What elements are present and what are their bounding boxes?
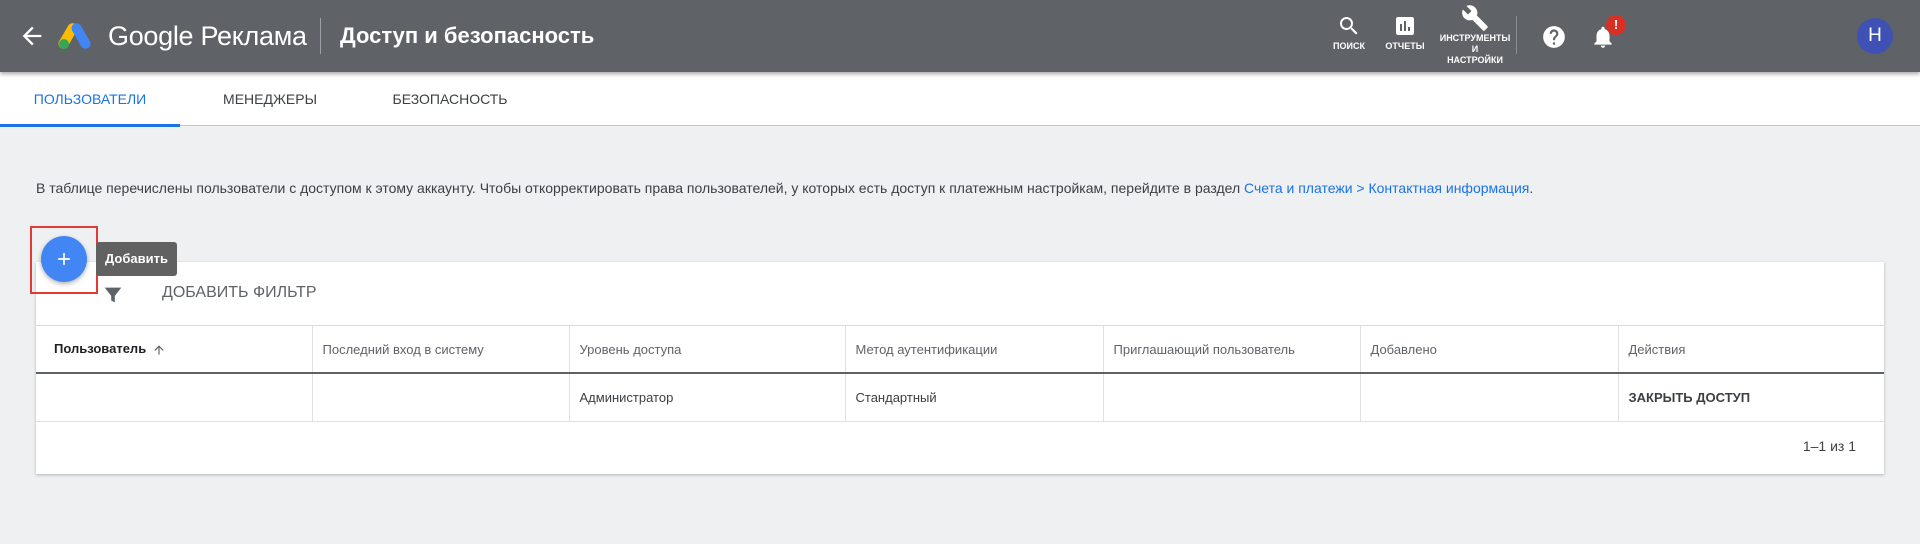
column-header-last-login[interactable]: Последний вход в систему [312,326,570,374]
tab-users[interactable]: Пользователи [0,72,180,127]
billing-contact-link[interactable]: Счета и платежи > Контактная информация [1244,180,1529,196]
tab-managers[interactable]: Менеджеры [210,72,330,126]
reports-button[interactable]: отчеты [1380,14,1430,52]
column-header-access-level[interactable]: Уровень доступа [569,326,846,374]
wrench-icon [1462,5,1488,31]
reports-label: отчеты [1385,41,1425,51]
cell-inviter [1103,373,1361,422]
tools-label-line2: и [1471,44,1479,54]
column-header-user-label: Пользователь [54,341,147,357]
tools-separator [1516,16,1517,54]
description-suffix: . [1529,180,1534,196]
cell-actions: Закрыть доступ [1618,373,1884,422]
table-row: Администратор Стандартный Закрыть доступ [36,373,1884,422]
tab-security[interactable]: Безопасность [380,72,520,126]
cell-auth-method: Стандартный [845,373,1104,422]
plus-icon [58,253,70,265]
account-avatar[interactable]: Н [1857,18,1893,54]
tools-label-line3: настройки [1447,55,1503,65]
users-table: Пользователь Последний вход в систему Ур… [36,326,1884,422]
cell-user [36,373,313,422]
top-app-bar: Google Реклама Доступ и безопасность пои… [0,0,1920,72]
add-tooltip: Добавить [96,242,177,276]
sort-ascending-icon [154,345,164,355]
search-label: поиск [1333,41,1365,51]
column-header-actions: Действия [1618,326,1884,374]
page-title: Доступ и безопасность [340,23,595,48]
filter-icon[interactable] [102,284,124,306]
tabs-bar: Пользователи Менеджеры Безопасность [0,72,1920,127]
description-text: В таблице перечислены пользователи с дос… [36,180,1533,196]
brand-name: Google Реклама [108,21,307,51]
column-header-user[interactable]: Пользователь [36,326,313,374]
add-user-button[interactable] [41,236,87,282]
cell-access-level: Администратор [569,373,846,422]
google-ads-logo-icon [56,20,96,50]
table-header-row: Пользователь Последний вход в систему Ур… [36,326,1884,374]
column-header-added[interactable]: Добавлено [1360,326,1619,374]
tools-label-line1: инструменты [1439,33,1511,43]
back-arrow-icon[interactable] [18,22,46,50]
header-divider [320,18,321,54]
notification-badge: ! [1606,15,1626,35]
column-header-auth-method[interactable]: Метод аутентификации [845,326,1104,374]
filter-bar: Добавить фильтр [36,262,1884,326]
cell-added [1360,373,1619,422]
pagination-info: 1–1 из 1 [1802,438,1856,454]
search-icon [1340,17,1358,35]
help-icon[interactable] [1541,24,1567,50]
cell-last-login [312,373,570,422]
column-header-inviter[interactable]: Приглашающий пользователь [1103,326,1361,374]
description-body: В таблице перечислены пользователи с дос… [36,180,1245,196]
add-filter-button[interactable]: Добавить фильтр [162,284,317,302]
revoke-access-button[interactable]: Закрыть доступ [1629,390,1751,405]
tools-settings-button[interactable]: инструменты и настройки [1436,4,1514,66]
search-button[interactable]: поиск [1326,14,1372,52]
users-table-card: Добавить фильтр Пользователь Последний в… [36,262,1884,474]
reports-icon [1396,17,1414,35]
